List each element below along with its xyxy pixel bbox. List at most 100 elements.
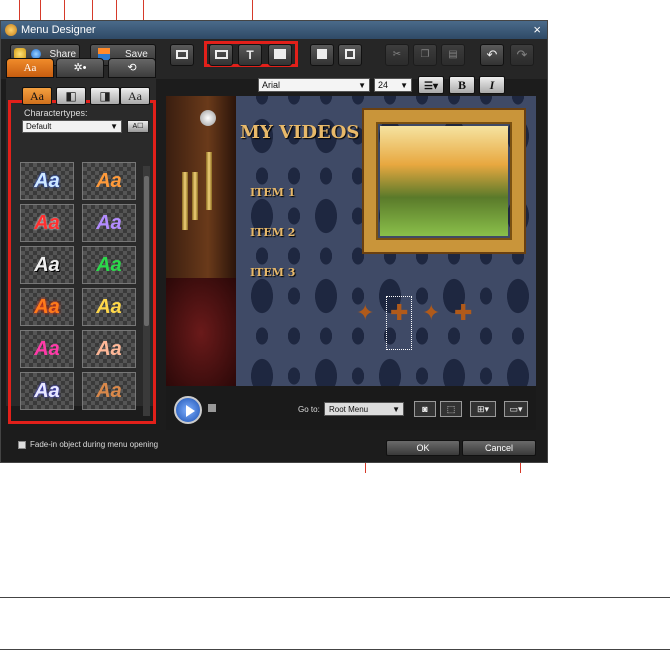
- wind-chimes-decoration: [166, 96, 236, 296]
- text-preset-grid: Aa Aa Aa Aa Aa Aa Aa Aa Aa Aa Aa Aa: [20, 162, 140, 414]
- character-types-label: Charactertypes:: [24, 108, 88, 118]
- chime-cap: [200, 110, 216, 126]
- preset-cell-9[interactable]: Aa: [20, 330, 74, 368]
- menu-item-2[interactable]: ITEM 2: [250, 226, 295, 239]
- send-backward-button[interactable]: [338, 44, 362, 66]
- paste-icon: ▤: [448, 49, 458, 60]
- app-icon: [5, 24, 17, 36]
- edit-preset-button[interactable]: A☐: [127, 120, 149, 133]
- scissors-icon: ✂: [392, 49, 402, 60]
- chevron-down-icon: ▼: [400, 81, 408, 90]
- stop-button[interactable]: [208, 404, 216, 412]
- bold-button[interactable]: B: [449, 76, 475, 94]
- snapshot-button[interactable]: ◙: [414, 401, 436, 417]
- landscape-photo: [380, 126, 508, 236]
- preset-cell-8[interactable]: Aa: [82, 288, 136, 326]
- monitor-icon: [176, 49, 188, 59]
- cut-button[interactable]: ✂: [385, 44, 409, 66]
- text-style-icon: Aa: [23, 62, 37, 74]
- alignment-button[interactable]: ◧: [56, 87, 86, 105]
- text-align-button[interactable]: ☰▾: [418, 76, 444, 94]
- tab-menu-transition[interactable]: ⟲: [108, 58, 156, 78]
- grid-toggle-button[interactable]: ⊞▾: [470, 401, 496, 417]
- chair-decoration: [166, 278, 236, 386]
- add-image-button[interactable]: [209, 44, 233, 66]
- shadow-button[interactable]: ◨: [90, 87, 120, 105]
- chevron-down-icon: ▼: [358, 81, 366, 90]
- font-family-value: Arial: [262, 80, 281, 90]
- cancel-button[interactable]: Cancel: [462, 440, 536, 456]
- preset-scrollbar[interactable]: [143, 166, 150, 416]
- paste-button[interactable]: ▤: [441, 44, 465, 66]
- nav-button-end[interactable]: ✚: [454, 300, 472, 326]
- add-text-icon: T: [246, 48, 254, 62]
- layer-back-icon: [345, 49, 355, 60]
- aspect-ratio-button[interactable]: ▭▾: [504, 401, 528, 417]
- add-image-icon: [214, 49, 228, 59]
- aspect-ratio-icon: ▭▾: [509, 404, 523, 414]
- play-button[interactable]: [174, 396, 202, 424]
- italic-button[interactable]: I: [479, 76, 505, 94]
- goto-menu-select[interactable]: Root Menu ▼: [324, 402, 404, 416]
- redo-button[interactable]: ↷: [510, 44, 534, 66]
- nav-button-prev[interactable]: ✦: [356, 300, 374, 326]
- window-title: Menu Designer: [21, 24, 96, 36]
- fade-in-checkbox[interactable]: [18, 441, 26, 449]
- goto-label: Go to:: [298, 405, 320, 414]
- divider-top: [0, 597, 670, 598]
- goto-value: Root Menu: [329, 405, 369, 414]
- redo-icon: ↷: [516, 47, 528, 62]
- add-text-button[interactable]: T: [238, 44, 262, 66]
- add-button-object-button[interactable]: [268, 44, 292, 66]
- copy-icon: ❐: [420, 49, 430, 60]
- preset-cell-4[interactable]: Aa: [82, 204, 136, 242]
- preset-cell-3[interactable]: Aa: [20, 204, 74, 242]
- add-button-icon: [274, 49, 286, 60]
- preset-cell-2[interactable]: Aa: [82, 162, 136, 200]
- picture-frame[interactable]: [364, 110, 524, 252]
- selection-handles[interactable]: [386, 296, 412, 350]
- undo-icon: ↶: [486, 47, 498, 62]
- tab-text-properties[interactable]: Aa: [6, 58, 54, 78]
- scrollbar-thumb[interactable]: [144, 176, 149, 326]
- menu-item-3[interactable]: ITEM 3: [250, 266, 295, 279]
- chime-pipe-1: [182, 172, 188, 230]
- fade-in-label: Fade-in object during menu opening: [30, 440, 159, 449]
- preset-cell-7[interactable]: Aa: [20, 288, 74, 326]
- close-icon[interactable]: ×: [533, 22, 541, 37]
- font-size-select[interactable]: 24 ▼: [374, 78, 412, 92]
- canvas-settings-button[interactable]: [170, 44, 194, 66]
- outline-button[interactable]: Aa: [120, 87, 150, 105]
- font-family-select[interactable]: Arial ▼: [258, 78, 370, 92]
- menu-preview-canvas[interactable]: MY VIDEOS ITEM 1 ITEM 2 ITEM 3 ✦ ✚ ✦ ✚: [166, 96, 536, 386]
- chevron-down-icon: ▼: [110, 122, 118, 131]
- divider-bottom: [0, 649, 670, 650]
- chevron-down-icon: ▼: [392, 405, 400, 414]
- safe-zone-button[interactable]: ⬚: [440, 401, 462, 417]
- menu-title[interactable]: MY VIDEOS: [240, 122, 359, 143]
- character-types-value: Default: [26, 122, 52, 131]
- preset-cell-6[interactable]: Aa: [82, 246, 136, 284]
- nav-button-next[interactable]: ✦: [422, 300, 440, 326]
- preset-cell-11[interactable]: Aa: [20, 372, 74, 410]
- preset-cell-5[interactable]: Aa: [20, 246, 74, 284]
- preset-cell-12[interactable]: Aa: [82, 372, 136, 410]
- character-style-button[interactable]: Aa: [22, 87, 52, 105]
- preset-cell-1[interactable]: Aa: [20, 162, 74, 200]
- font-size-value: 24: [378, 80, 389, 90]
- menu-transition-icon: ⟲: [127, 62, 137, 74]
- text-style-buttons: Aa ◧ ◨ Aa: [16, 87, 150, 105]
- align-icon: ☰▾: [424, 81, 438, 92]
- ok-button[interactable]: OK: [386, 440, 460, 456]
- copy-button[interactable]: ❐: [413, 44, 437, 66]
- undo-button[interactable]: ↶: [480, 44, 504, 66]
- preset-cell-10[interactable]: Aa: [82, 330, 136, 368]
- edit-icon: A☐: [132, 123, 144, 130]
- character-types-select[interactable]: Default ▼: [22, 120, 122, 133]
- layer-front-icon: [317, 49, 327, 60]
- chime-pipe-2: [192, 172, 198, 220]
- menu-item-1[interactable]: ITEM 1: [250, 186, 295, 199]
- tab-particle-effects[interactable]: ✲•: [56, 58, 104, 78]
- bring-forward-button[interactable]: [310, 44, 334, 66]
- camera-icon: ◙: [422, 404, 428, 414]
